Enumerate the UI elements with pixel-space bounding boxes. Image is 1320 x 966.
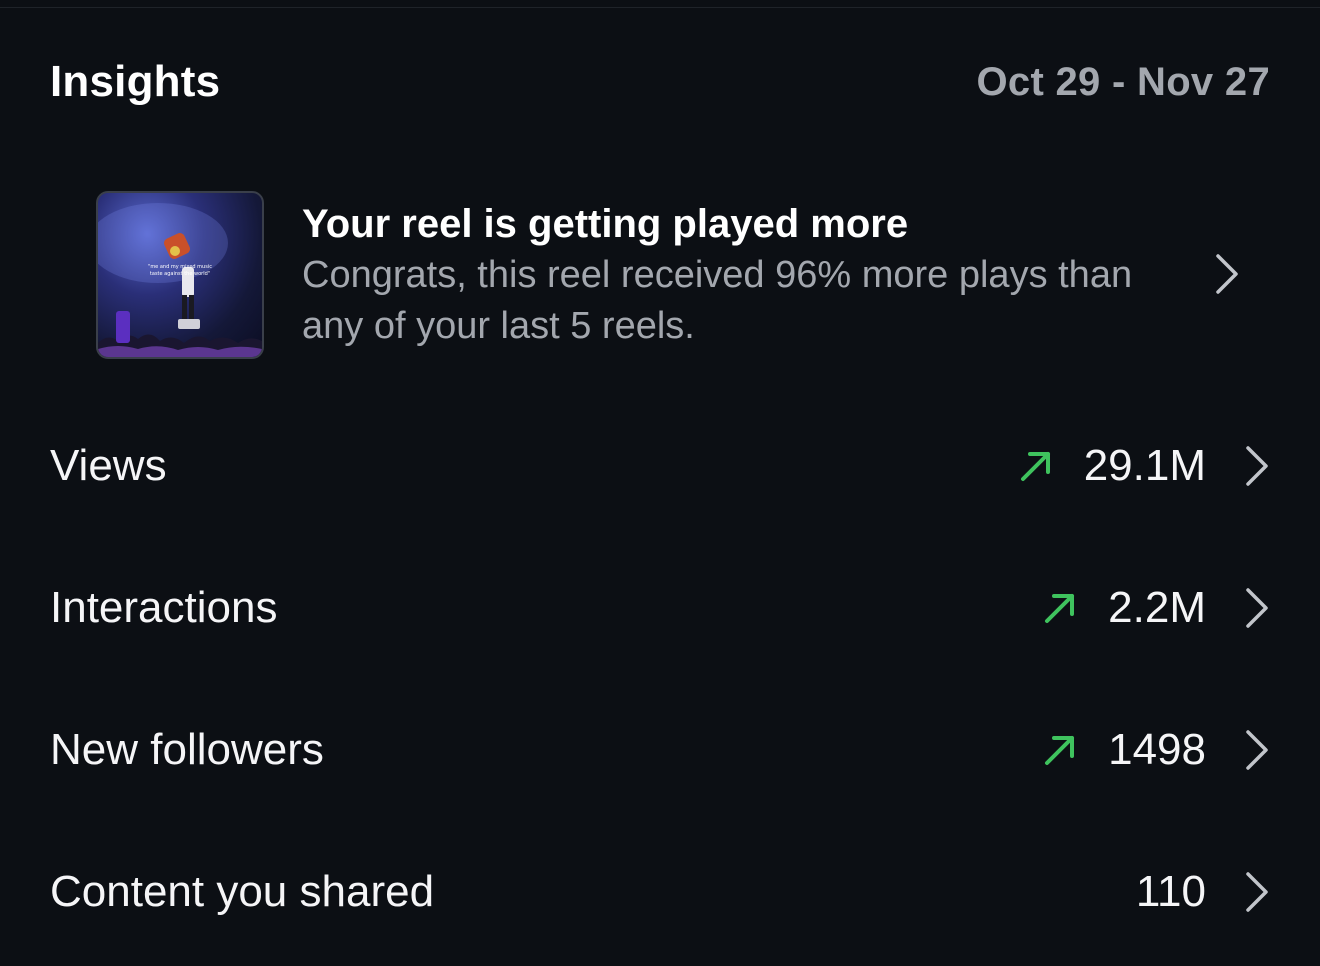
chevron-right-icon bbox=[1244, 586, 1270, 630]
metric-row-views[interactable]: Views 29.1M bbox=[50, 416, 1270, 516]
reel-title: Your reel is getting played more bbox=[302, 202, 909, 246]
insights-header: Insights Oct 29 - Nov 27 bbox=[50, 52, 1270, 112]
svg-text:"me and my mixed music: "me and my mixed music bbox=[148, 264, 212, 270]
arrow-up-right-icon bbox=[1018, 448, 1054, 484]
chevron-right-icon bbox=[1244, 870, 1270, 914]
chevron-right-icon bbox=[1214, 252, 1240, 301]
arrow-up-right-icon bbox=[1042, 590, 1078, 626]
chevron-right-icon bbox=[1244, 444, 1270, 488]
svg-text:taste against the world": taste against the world" bbox=[150, 271, 210, 277]
reel-description: Congrats, this reel received 96% more pl… bbox=[302, 254, 1133, 347]
metric-value: 1498 bbox=[1108, 725, 1206, 774]
top-divider bbox=[0, 7, 1320, 8]
metric-label: New followers bbox=[50, 725, 324, 774]
metric-row-new-followers[interactable]: New followers 1498 bbox=[50, 700, 1270, 800]
metric-value: 110 bbox=[1135, 867, 1206, 916]
page-title: Insights bbox=[50, 57, 221, 106]
metric-value: 2.2M bbox=[1108, 583, 1206, 632]
reel-text: Your reel is getting played more Congrat… bbox=[302, 198, 1172, 352]
metric-row-content-shared[interactable]: Content you shared 110 bbox=[50, 842, 1270, 942]
chevron-right-icon bbox=[1244, 728, 1270, 772]
metric-value: 29.1M bbox=[1083, 441, 1206, 490]
arrow-up-right-icon bbox=[1042, 732, 1078, 768]
metric-label: Views bbox=[50, 441, 167, 490]
metric-label: Content you shared bbox=[50, 867, 435, 916]
reel-highlight-card[interactable]: "me and my mixed music taste against the… bbox=[96, 190, 1256, 360]
metric-row-interactions[interactable]: Interactions 2.2M bbox=[50, 558, 1270, 658]
reel-thumbnail: "me and my mixed music taste against the… bbox=[96, 191, 264, 359]
date-range[interactable]: Oct 29 - Nov 27 bbox=[976, 60, 1270, 105]
metric-label: Interactions bbox=[50, 583, 278, 632]
